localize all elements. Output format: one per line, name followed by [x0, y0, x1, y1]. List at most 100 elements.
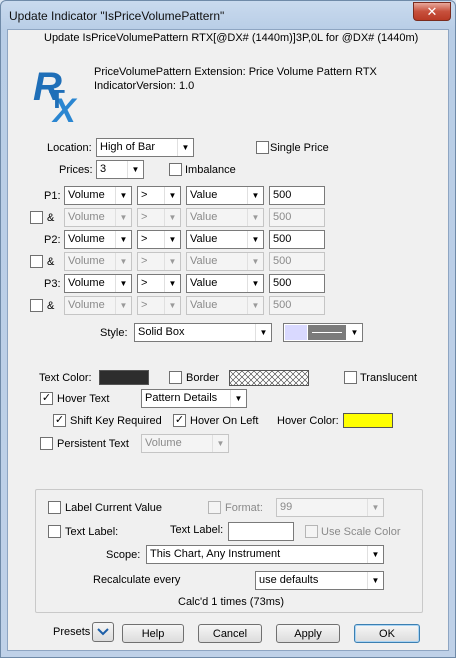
and-checkbox[interactable]	[30, 255, 43, 268]
recalc-value: use defaults	[259, 574, 319, 586]
label-current-checkbox[interactable]	[48, 501, 61, 514]
indicator-header-line: Update IsPriceVolumePattern RTX[@DX# (14…	[44, 32, 419, 44]
style-select[interactable]: Solid Box ▼	[134, 323, 272, 342]
chevron-down-icon: ▼	[212, 435, 228, 452]
hover-text-label: Hover Text	[57, 393, 110, 405]
and-checkbox[interactable]	[30, 211, 43, 224]
style-color-swatch	[285, 325, 307, 340]
chevron-down-icon	[97, 628, 109, 636]
hover-text-checkbox[interactable]: ✓	[40, 392, 53, 405]
pattern-field-select[interactable]: Volume ▼	[64, 296, 132, 315]
pattern-field-select[interactable]: Volume ▼	[64, 230, 132, 249]
cancel-button[interactable]: Cancel	[198, 624, 262, 643]
text-color-swatch[interactable]	[99, 370, 149, 385]
text-label-input[interactable]	[228, 522, 294, 541]
pattern-type-select[interactable]: Value ▼	[186, 296, 264, 315]
pattern-field-select[interactable]: Volume ▼	[64, 186, 132, 205]
chevron-down-icon: ▼	[115, 187, 131, 204]
pattern-value-input[interactable]: 500	[269, 274, 325, 293]
chevron-down-icon: ▼	[115, 297, 131, 314]
pattern-value-input[interactable]: 500	[269, 252, 325, 271]
hover-color-swatch[interactable]	[343, 413, 393, 428]
pattern-type-select[interactable]: Value ▼	[186, 274, 264, 293]
pattern-field-select[interactable]: Volume ▼	[64, 274, 132, 293]
chevron-down-icon: ▼	[127, 161, 143, 178]
chevron-down-icon: ▼	[164, 187, 180, 204]
window-title: Update Indicator "IsPriceVolumePattern"	[9, 9, 225, 23]
pattern-value-input[interactable]: 500	[269, 230, 325, 249]
border-color-swatch[interactable]	[229, 370, 309, 386]
chevron-down-icon: ▼	[247, 209, 263, 226]
pattern-operator-select[interactable]: > ▼	[137, 230, 181, 249]
check-icon: ✓	[54, 414, 65, 426]
chevron-down-icon: ▼	[230, 390, 246, 407]
indicator-version: IndicatorVersion: 1.0	[94, 80, 195, 92]
pattern-value-input[interactable]: 500	[269, 208, 325, 227]
imbalance-checkbox[interactable]	[169, 163, 182, 176]
pattern-operator-select[interactable]: > ▼	[137, 296, 181, 315]
pattern-value-input[interactable]: 500	[269, 186, 325, 205]
persistent-text-select[interactable]: Volume ▼	[141, 434, 229, 453]
chevron-down-icon: ▼	[115, 275, 131, 292]
location-select[interactable]: High of Bar ▼	[96, 138, 194, 157]
pattern-type-select[interactable]: Value ▼	[186, 186, 264, 205]
line-style-picker[interactable]: ▼	[283, 323, 363, 342]
and-checkbox[interactable]	[30, 299, 43, 312]
translucent-label: Translucent	[360, 372, 418, 384]
hover-color-label: Hover Color:	[277, 415, 339, 427]
prices-select[interactable]: 3 ▼	[96, 160, 144, 179]
persistent-text-checkbox[interactable]	[40, 437, 53, 450]
pattern-type-select[interactable]: Value ▼	[186, 208, 264, 227]
chevron-down-icon: ▼	[115, 253, 131, 270]
pattern-field-select[interactable]: Volume ▼	[64, 208, 132, 227]
apply-button[interactable]: Apply	[276, 624, 340, 643]
border-checkbox[interactable]	[169, 371, 182, 384]
check-icon: ✓	[41, 392, 52, 404]
style-value: Solid Box	[138, 326, 185, 338]
single-price-checkbox[interactable]	[256, 141, 269, 154]
pattern-type-select[interactable]: Value ▼	[186, 252, 264, 271]
prices-label: Prices:	[59, 164, 93, 176]
single-price-label: Single Price	[270, 142, 329, 154]
hover-left-checkbox[interactable]: ✓	[173, 414, 186, 427]
line-preview	[308, 325, 346, 340]
help-button[interactable]: Help	[122, 624, 184, 643]
imbalance-label: Imbalance	[185, 164, 236, 176]
hover-text-select[interactable]: Pattern Details ▼	[141, 389, 247, 408]
chevron-down-icon: ▼	[367, 499, 383, 516]
translucent-checkbox[interactable]	[344, 371, 357, 384]
chevron-down-icon: ▼	[350, 328, 359, 337]
chevron-down-icon: ▼	[255, 324, 271, 341]
chevron-down-icon: ▼	[247, 187, 263, 204]
shift-key-checkbox[interactable]: ✓	[53, 414, 66, 427]
pattern-value-input[interactable]: 500	[269, 296, 325, 315]
pattern-type-select[interactable]: Value ▼	[186, 230, 264, 249]
pattern-operator-select[interactable]: > ▼	[137, 186, 181, 205]
pattern-operator-select[interactable]: > ▼	[137, 208, 181, 227]
recalc-select[interactable]: use defaults ▼	[255, 571, 384, 590]
chevron-down-icon: ▼	[367, 572, 383, 589]
location-label: Location:	[47, 142, 92, 154]
pattern-field-select[interactable]: Volume ▼	[64, 252, 132, 271]
pattern-operator-select[interactable]: > ▼	[137, 274, 181, 293]
format-checkbox[interactable]	[208, 501, 221, 514]
close-button[interactable]: ✕	[413, 2, 451, 21]
calc-status: Calc'd 1 times (73ms)	[178, 596, 285, 608]
and-label: &	[47, 212, 55, 224]
text-label-checkbox[interactable]	[48, 525, 61, 538]
extension-name: PriceVolumePattern Extension: Price Volu…	[94, 66, 377, 78]
close-icon: ✕	[426, 3, 438, 19]
scope-select[interactable]: This Chart, Any Instrument ▼	[146, 545, 384, 564]
pattern-label: P1:	[44, 190, 61, 202]
pattern-label: P2:	[44, 234, 61, 246]
chevron-down-icon: ▼	[164, 253, 180, 270]
persistent-text-value: Volume	[145, 437, 182, 449]
use-scale-color-label: Use Scale Color	[321, 526, 401, 538]
text-label-cb-label: Text Label:	[65, 526, 119, 538]
text-color-label: Text Color:	[39, 372, 92, 384]
pattern-operator-select[interactable]: > ▼	[137, 252, 181, 271]
presets-button[interactable]	[92, 622, 114, 642]
ok-button[interactable]: OK	[354, 624, 420, 643]
use-scale-color-checkbox[interactable]	[305, 525, 318, 538]
format-select[interactable]: 99 ▼	[276, 498, 384, 517]
